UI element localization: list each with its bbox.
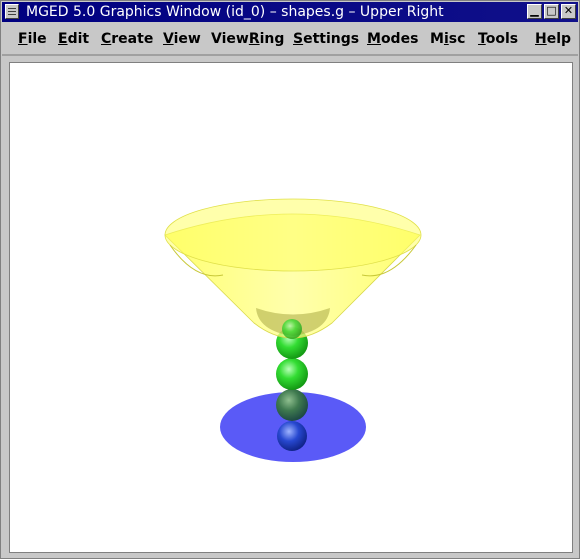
menu-settings[interactable]: Settings <box>293 31 359 47</box>
menu-create[interactable]: Create <box>101 31 153 47</box>
sphere-bottom <box>277 421 307 451</box>
sphere-lower <box>276 389 308 421</box>
menu-viewring[interactable]: ViewRing <box>211 31 284 47</box>
title-bar[interactable]: MGED 5.0 Graphics Window (id_0) – shapes… <box>2 2 578 22</box>
window-menu-icon[interactable] <box>5 4 19 19</box>
sphere-middle <box>276 358 308 390</box>
graphics-viewport[interactable] <box>9 62 573 553</box>
window-title: MGED 5.0 Graphics Window (id_0) – shapes… <box>26 4 444 20</box>
scene-render <box>164 198 422 462</box>
menu-tools[interactable]: Tools <box>478 31 518 47</box>
minimize-button[interactable]: ▁ <box>527 4 542 19</box>
mged-graphics-window: MGED 5.0 Graphics Window (id_0) – shapes… <box>0 0 580 559</box>
maximize-button[interactable]: □ <box>544 4 559 19</box>
sphere-top <box>282 319 302 339</box>
cone-rim <box>164 198 422 272</box>
menu-modes[interactable]: Modes <box>367 31 418 47</box>
menu-view[interactable]: View <box>163 31 201 47</box>
menu-file[interactable]: File <box>18 31 47 47</box>
menu-bar: File Edit Create View ViewRing Settings … <box>2 23 578 56</box>
menu-help[interactable]: Help <box>535 31 571 47</box>
menu-misc[interactable]: Misc <box>430 31 465 47</box>
menu-edit[interactable]: Edit <box>58 31 89 47</box>
close-button[interactable]: ✕ <box>561 4 576 19</box>
